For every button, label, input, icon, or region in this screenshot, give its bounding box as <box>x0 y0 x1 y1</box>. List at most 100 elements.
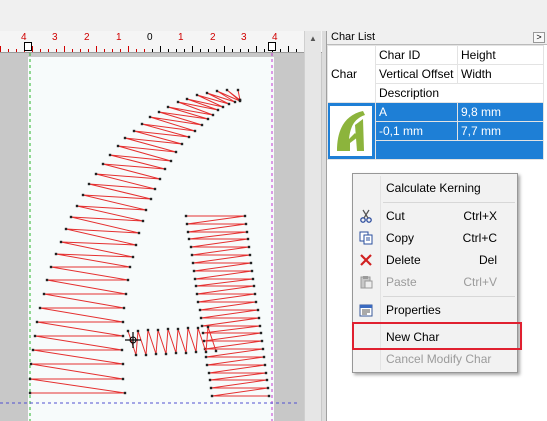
cell-vertical-offset[interactable]: -0,1 mm <box>375 121 458 141</box>
menu-item-paste[interactable]: Paste Ctrl+V <box>353 271 517 293</box>
ruler-tick <box>32 46 33 52</box>
ruler-tick <box>200 49 201 52</box>
menu-item-label: Cut <box>386 209 405 223</box>
column-header-description[interactable]: Description <box>375 83 544 103</box>
menu-item-shortcut: Del <box>478 253 497 267</box>
ruler-tick <box>128 46 129 52</box>
properties-icon <box>358 302 374 318</box>
app-window: 432101234 ▲ Char List > Char Char ID Hei… <box>0 0 547 421</box>
scroll-up-icon[interactable]: ▲ <box>305 31 321 47</box>
ruler-tick <box>104 49 105 52</box>
ruler-tick <box>224 46 225 52</box>
ruler-tick <box>16 49 17 52</box>
ruler-tick <box>144 49 145 52</box>
ruler-label: 3 <box>241 32 247 43</box>
ruler-tick <box>40 49 41 52</box>
ruler-tick <box>216 49 217 52</box>
ruler-tick <box>0 46 1 52</box>
ruler-tick <box>240 49 241 52</box>
menu-item-label: Delete <box>386 253 421 267</box>
ruler-tick <box>64 46 65 52</box>
menu-item-shortcut: Ctrl+X <box>463 209 497 223</box>
ruler-tick <box>176 49 177 52</box>
cell-char-id[interactable]: A <box>375 102 458 122</box>
menu-item-label: Cancel Modify Char <box>386 352 492 366</box>
menu-item-shortcut: Ctrl+C <box>462 231 497 245</box>
embroidery-letter-a[interactable] <box>0 31 322 421</box>
crossbar-stitches <box>127 326 217 356</box>
menu-separator <box>383 202 515 203</box>
ruler-tick <box>80 49 81 52</box>
ruler-tick <box>120 49 121 52</box>
menu-separator <box>383 296 515 297</box>
menu-item-label: Copy <box>386 231 415 245</box>
ruler-tick <box>264 49 265 52</box>
column-header-vertical-offset[interactable]: Vertical Offset <box>375 64 458 84</box>
new-char-highlight-box <box>352 322 522 350</box>
panel-title-text: Char List <box>331 31 376 43</box>
ruler-tick <box>184 49 185 52</box>
column-header-char-id[interactable]: Char ID <box>375 45 458 65</box>
ruler-tick <box>192 46 193 52</box>
ruler-tick <box>112 49 113 52</box>
chevron-right-icon[interactable]: > <box>533 32 545 43</box>
delete-x-icon <box>358 252 374 268</box>
scissors-icon <box>358 208 374 224</box>
ruler-tick <box>256 46 257 52</box>
ruler-tick <box>208 49 209 52</box>
menu-item-delete[interactable]: Delete Del <box>353 249 517 271</box>
menu-item-copy[interactable]: Copy Ctrl+C <box>353 227 517 249</box>
ruler-margin-marker[interactable] <box>24 42 32 51</box>
ruler-label: 1 <box>116 32 122 43</box>
copy-icon <box>358 230 374 246</box>
ruler-label: 3 <box>52 32 58 43</box>
paste-icon <box>358 274 374 290</box>
ruler-tick <box>136 49 137 52</box>
stitch-paths <box>28 88 271 398</box>
ruler-tick <box>88 49 89 52</box>
column-header-width[interactable]: Width <box>457 64 544 84</box>
ruler-tick <box>168 49 169 52</box>
ruler-label: 2 <box>84 32 90 43</box>
ruler-margin-marker[interactable] <box>268 42 276 51</box>
menu-item-shortcut: Ctrl+V <box>463 275 497 289</box>
letter-a-thumbnail-icon <box>337 111 365 151</box>
menu-item-label: Paste <box>386 275 417 289</box>
menu-item-cancel-modify-char[interactable]: Cancel Modify Char <box>353 348 517 370</box>
ruler-tick <box>152 49 153 52</box>
canvas-vertical-scrollbar[interactable]: ▲ <box>304 31 321 421</box>
ruler-label: 2 <box>210 32 216 43</box>
ruler-tick <box>160 46 161 52</box>
table-header-row: Char Char ID Height <box>327 45 544 103</box>
ruler-label: 1 <box>178 32 184 43</box>
ruler-tick <box>8 49 9 52</box>
menu-item-label: Properties <box>386 303 441 317</box>
move-cursor-icon <box>125 332 141 348</box>
horizontal-ruler: 432101234 <box>0 31 322 53</box>
ruler-tick <box>72 49 73 52</box>
ruler-tick <box>296 49 297 52</box>
ruler-tick <box>232 49 233 52</box>
ruler-tick <box>248 49 249 52</box>
menu-item-label: Calculate Kerning <box>386 181 481 195</box>
ruler-tick <box>56 49 57 52</box>
table-row[interactable]: A 9,8 mm <box>327 102 544 160</box>
ruler-tick <box>280 49 281 52</box>
ruler-tick <box>96 46 97 52</box>
right-stroke-stitches <box>186 215 269 397</box>
menu-item-properties[interactable]: Properties <box>353 299 517 321</box>
char-thumbnail-cell[interactable] <box>327 102 376 160</box>
char-thumbnail <box>330 106 372 156</box>
ruler-label: 0 <box>147 32 153 43</box>
menu-item-calculate-kerning[interactable]: Calculate Kerning <box>353 177 517 199</box>
panel-title: Char List > <box>327 31 547 45</box>
column-header-char[interactable]: Char <box>327 45 376 103</box>
cell-description[interactable] <box>375 140 544 160</box>
menu-item-cut[interactable]: Cut Ctrl+X <box>353 205 517 227</box>
cell-width[interactable]: 7,7 mm <box>457 121 544 141</box>
cell-height[interactable]: 9,8 mm <box>457 102 544 122</box>
char-list-table: Char Char ID Height Vertical Offset Widt… <box>327 45 544 160</box>
ruler-tick <box>48 49 49 52</box>
ruler-tick <box>288 46 289 52</box>
column-header-height[interactable]: Height <box>457 45 544 65</box>
